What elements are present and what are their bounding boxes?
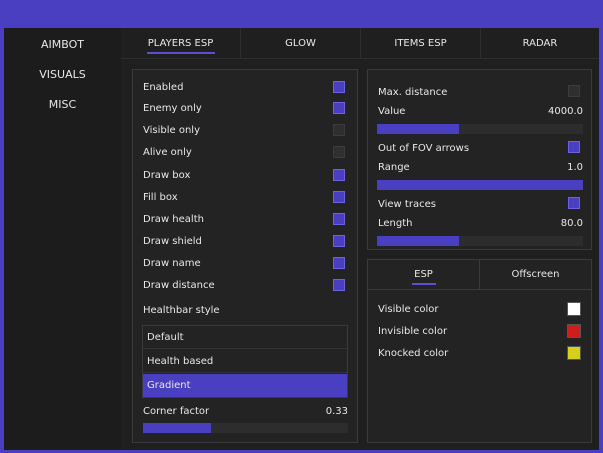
checkbox-draw-name[interactable] xyxy=(333,257,345,269)
corner-factor-label: Corner factor xyxy=(143,406,210,417)
healthbar-option-default[interactable]: Default xyxy=(143,326,347,349)
sidebar-item-aimbot[interactable]: AIMBOT xyxy=(4,35,121,55)
view-traces-label: View traces xyxy=(378,199,436,210)
toggle-label-draw-box: Draw box xyxy=(143,170,191,181)
range-value: 1.0 xyxy=(567,162,583,173)
toggle-label-fill-box: Fill box xyxy=(143,192,178,203)
fov-arrows-label: Out of FOV arrows xyxy=(378,143,470,154)
range-label: Range xyxy=(378,162,410,173)
max-distance-label: Max. distance xyxy=(378,87,448,98)
colors-panel: ESP Offscreen Visible color Invisible co… xyxy=(367,259,592,443)
value-label: Value xyxy=(378,106,406,117)
sidebar-item-label: VISUALS xyxy=(39,68,86,81)
tab-players-esp[interactable]: PLAYERS ESP xyxy=(121,28,241,58)
tab-label: RADAR xyxy=(522,38,558,49)
checkbox-enabled[interactable] xyxy=(333,81,345,93)
length-slider-fill xyxy=(377,236,460,246)
corner-factor-slider[interactable] xyxy=(143,423,348,433)
checkbox-view-traces[interactable] xyxy=(568,197,580,209)
tab-radar[interactable]: RADAR xyxy=(481,28,599,58)
checkbox-max-distance[interactable] xyxy=(568,85,580,97)
checkbox-draw-health[interactable] xyxy=(333,213,345,225)
toggle-label-draw-shield: Draw shield xyxy=(143,236,202,247)
subtab-offscreen[interactable]: Offscreen xyxy=(480,260,591,290)
length-label: Length xyxy=(378,218,413,229)
corner-factor-slider-fill xyxy=(143,423,211,433)
invisible-color-label: Invisible color xyxy=(378,326,448,337)
tab-bar: PLAYERS ESP GLOW ITEMS ESP RADAR xyxy=(121,28,599,59)
active-tab-underline xyxy=(146,52,215,54)
tab-items-esp[interactable]: ITEMS ESP xyxy=(361,28,481,58)
range-slider[interactable] xyxy=(377,180,583,190)
healthbar-style-list: Default Health based Gradient xyxy=(142,325,348,398)
checkbox-alive-only[interactable] xyxy=(333,146,345,158)
checkbox-fov-arrows[interactable] xyxy=(568,141,580,153)
title-bar[interactable] xyxy=(0,0,603,28)
checkbox-draw-distance[interactable] xyxy=(333,279,345,291)
checkbox-visible-only[interactable] xyxy=(333,124,345,136)
checkbox-draw-shield[interactable] xyxy=(333,235,345,247)
healthbar-option-health-based[interactable]: Health based xyxy=(143,350,347,373)
checkbox-draw-box[interactable] xyxy=(333,169,345,181)
active-subtab-underline xyxy=(412,283,436,285)
length-slider[interactable] xyxy=(377,236,583,246)
sidebar-item-label: MISC xyxy=(48,98,77,111)
knocked-color-swatch[interactable] xyxy=(567,346,581,360)
checkbox-fill-box[interactable] xyxy=(333,191,345,203)
option-label: Gradient xyxy=(147,380,191,391)
knocked-color-label: Knocked color xyxy=(378,348,449,359)
healthbar-option-gradient[interactable]: Gradient xyxy=(143,374,347,397)
checkbox-enemy-only[interactable] xyxy=(333,102,345,114)
option-label: Health based xyxy=(147,356,214,367)
subtab-esp[interactable]: ESP xyxy=(368,260,480,290)
toggle-label-draw-distance: Draw distance xyxy=(143,280,215,291)
visible-color-swatch[interactable] xyxy=(567,302,581,316)
distance-panel: Max. distance Value 4000.0 Out of FOV ar… xyxy=(367,69,592,250)
healthbar-style-label: Healthbar style xyxy=(143,305,220,316)
players-esp-panel: Enabled Enemy only Visible only Alive on… xyxy=(132,69,358,443)
visible-color-label: Visible color xyxy=(378,304,439,315)
subtab-label: ESP xyxy=(414,269,433,280)
toggle-label-draw-name: Draw name xyxy=(143,258,201,269)
option-label: Default xyxy=(147,332,184,343)
corner-factor-value: 0.33 xyxy=(325,406,348,417)
value-slider-fill xyxy=(377,124,460,134)
range-slider-fill xyxy=(377,180,583,190)
value-slider[interactable] xyxy=(377,124,583,134)
length-value: 80.0 xyxy=(560,218,583,229)
menu-window: AIMBOT VISUALS MISC PLAYERS ESP GLOW ITE… xyxy=(4,28,599,450)
subtab-label: Offscreen xyxy=(511,269,560,280)
toggle-label-alive-only: Alive only xyxy=(143,147,192,158)
invisible-color-swatch[interactable] xyxy=(567,324,581,338)
sidebar-item-visuals[interactable]: VISUALS xyxy=(38,65,87,85)
value-value: 4000.0 xyxy=(548,106,583,117)
tab-label: PLAYERS ESP xyxy=(147,38,214,49)
tab-label: GLOW xyxy=(285,38,316,49)
tab-glow[interactable]: GLOW xyxy=(241,28,361,58)
sidebar: AIMBOT VISUALS MISC xyxy=(4,28,122,450)
toggle-label-visible-only: Visible only xyxy=(143,125,200,136)
toggle-label-enabled: Enabled xyxy=(143,82,184,93)
sidebar-item-label: AIMBOT xyxy=(41,38,84,51)
toggle-label-draw-health: Draw health xyxy=(143,214,204,225)
tab-label: ITEMS ESP xyxy=(394,38,447,49)
sidebar-item-misc[interactable]: MISC xyxy=(4,95,121,115)
toggle-label-enemy-only: Enemy only xyxy=(143,103,202,114)
content-area: PLAYERS ESP GLOW ITEMS ESP RADAR Enabled… xyxy=(121,28,599,450)
